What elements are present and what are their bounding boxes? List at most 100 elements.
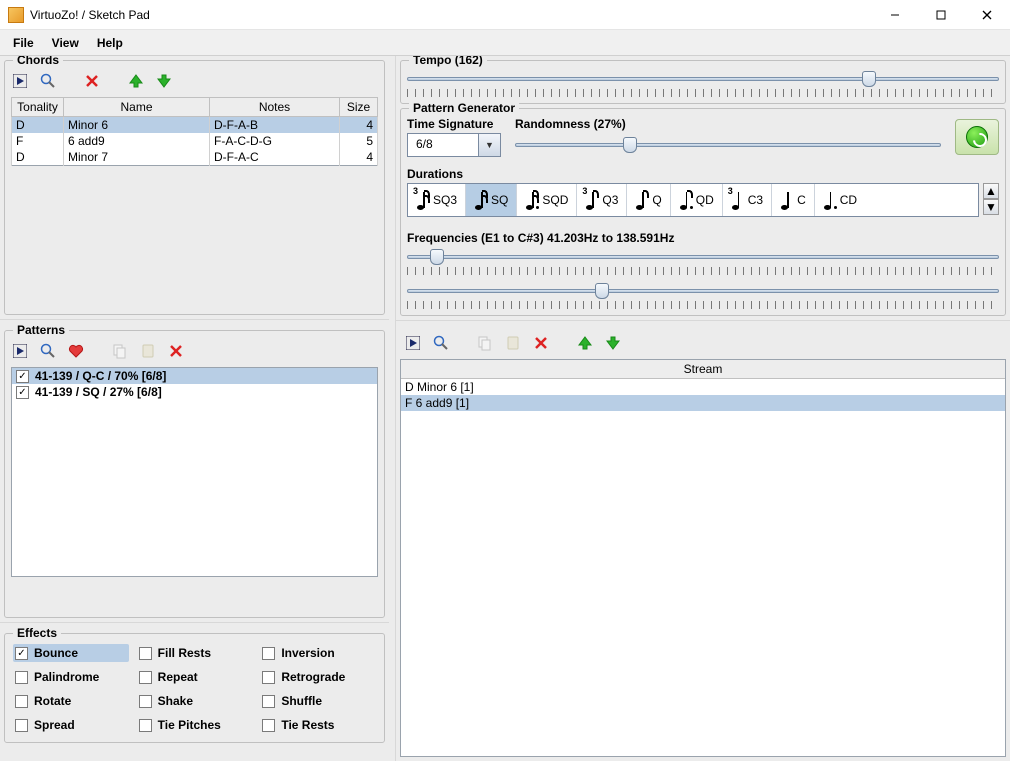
move-down-icon[interactable]	[604, 334, 622, 352]
time-signature-select[interactable]: 6/8 ▼	[407, 133, 501, 157]
col-size[interactable]: Size	[340, 98, 378, 117]
delete-icon[interactable]	[167, 342, 185, 360]
duration-q3[interactable]: 3Q3	[577, 184, 627, 216]
duration-code: C3	[748, 193, 763, 207]
window-minimize-button[interactable]	[872, 0, 918, 30]
effects-grid: ✓Bounce Fill Rests Inversion Palindrome Repe…	[11, 642, 378, 736]
effect-tie-rests[interactable]: Tie Rests	[260, 716, 376, 734]
checkbox[interactable]	[262, 695, 275, 708]
window-close-button[interactable]	[964, 0, 1010, 30]
checkbox[interactable]: ✓	[16, 370, 29, 383]
effect-shake[interactable]: Shake	[137, 692, 253, 710]
delete-icon[interactable]	[532, 334, 550, 352]
frequency-high-slider[interactable]	[407, 281, 999, 301]
menu-view[interactable]: View	[43, 30, 88, 55]
checkbox[interactable]	[15, 671, 28, 684]
effect-label: Tie Rests	[281, 718, 334, 732]
search-icon[interactable]	[39, 342, 57, 360]
favorite-icon[interactable]	[67, 342, 85, 360]
menu-file[interactable]: File	[4, 30, 43, 55]
checkbox[interactable]	[262, 647, 275, 660]
table-row[interactable]: F6 add9F-A-C-D-G5	[12, 133, 378, 149]
list-item[interactable]: ✓41-139 / SQ / 27% [6/8]	[12, 384, 377, 400]
effect-label: Fill Rests	[158, 646, 211, 660]
stream-table[interactable]: Stream D Minor 6 [1]F 6 add9 [1]	[400, 359, 1006, 757]
effect-fill-rests[interactable]: Fill Rests	[137, 644, 253, 662]
effect-bounce[interactable]: ✓Bounce	[13, 644, 129, 662]
checkbox[interactable]	[139, 647, 152, 660]
stream-row[interactable]: F 6 add9 [1]	[401, 395, 1005, 411]
effect-palindrome[interactable]: Palindrome	[13, 668, 129, 686]
list-item[interactable]: ✓41-139 / Q-C / 70% [6/8]	[12, 368, 377, 384]
randomness-slider[interactable]	[515, 135, 941, 155]
effect-inversion[interactable]: Inversion	[260, 644, 376, 662]
checkbox[interactable]	[262, 719, 275, 732]
move-up-icon[interactable]	[576, 334, 594, 352]
duration-sqd[interactable]: SQD	[517, 184, 577, 216]
search-icon[interactable]	[432, 334, 450, 352]
checkbox[interactable]	[139, 719, 152, 732]
stream-row[interactable]: D Minor 6 [1]	[401, 379, 1005, 395]
copy-icon	[111, 342, 129, 360]
duration-cd[interactable]: CD	[815, 184, 865, 216]
duration-c[interactable]: C	[772, 184, 815, 216]
durations-picker[interactable]: 3SQ3SQSQD3Q3QQD3C3CCD	[407, 183, 979, 217]
play-icon[interactable]	[11, 72, 29, 90]
menu-help[interactable]: Help	[88, 30, 132, 55]
play-icon[interactable]	[404, 334, 422, 352]
effect-retrograde[interactable]: Retrograde	[260, 668, 376, 686]
vertical-splitter[interactable]	[389, 56, 396, 761]
col-name[interactable]: Name	[64, 98, 210, 117]
checkbox[interactable]	[262, 671, 275, 684]
checkbox[interactable]: ✓	[15, 647, 28, 660]
note-icon	[823, 188, 837, 212]
duration-qd[interactable]: QD	[671, 184, 723, 216]
checkbox[interactable]: ✓	[16, 386, 29, 399]
note-icon	[780, 188, 794, 212]
move-down-icon[interactable]	[155, 72, 173, 90]
patterns-list[interactable]: ✓41-139 / Q-C / 70% [6/8]✓41-139 / SQ / …	[11, 367, 378, 577]
duration-code: SQ	[491, 193, 508, 207]
window-maximize-button[interactable]	[918, 0, 964, 30]
duration-c3[interactable]: 3C3	[723, 184, 772, 216]
effect-label: Spread	[34, 718, 75, 732]
effect-tie-pitches[interactable]: Tie Pitches	[137, 716, 253, 734]
duration-sq[interactable]: SQ	[466, 184, 517, 216]
stream-column-header[interactable]: Stream	[401, 360, 1005, 379]
time-signature-value: 6/8	[408, 134, 478, 156]
duration-code: SQD	[542, 193, 568, 207]
frequency-low-slider[interactable]	[407, 247, 999, 267]
durations-scroll-down[interactable]: ▼	[983, 199, 999, 215]
effect-rotate[interactable]: Rotate	[13, 692, 129, 710]
time-signature-label: Time Signature	[407, 117, 501, 131]
duration-sq3[interactable]: 3SQ3	[408, 184, 466, 216]
tempo-slider[interactable]	[407, 69, 999, 89]
effect-label: Palindrome	[34, 670, 99, 684]
chevron-down-icon[interactable]: ▼	[478, 134, 500, 156]
effect-spread[interactable]: Spread	[13, 716, 129, 734]
generate-button[interactable]	[955, 119, 999, 155]
checkbox[interactable]	[139, 671, 152, 684]
duration-q[interactable]: Q	[627, 184, 670, 216]
play-icon[interactable]	[11, 342, 29, 360]
move-up-icon[interactable]	[127, 72, 145, 90]
effect-shuffle[interactable]: Shuffle	[260, 692, 376, 710]
table-row[interactable]: DMinor 6D-F-A-B4	[12, 117, 378, 134]
table-row[interactable]: DMinor 7D-F-A-C4	[12, 149, 378, 166]
effect-label: Rotate	[34, 694, 71, 708]
chords-table[interactable]: Tonality Name Notes Size DMinor 6D-F-A-B…	[11, 97, 378, 166]
col-notes[interactable]: Notes	[210, 98, 340, 117]
checkbox[interactable]	[139, 695, 152, 708]
patterns-toolbar	[11, 339, 378, 363]
effect-repeat[interactable]: Repeat	[137, 668, 253, 686]
checkbox[interactable]	[15, 695, 28, 708]
search-icon[interactable]	[39, 72, 57, 90]
checkbox[interactable]	[15, 719, 28, 732]
durations-scroll-up[interactable]: ▲	[983, 183, 999, 199]
horizontal-splitter[interactable]	[396, 320, 1010, 327]
note-icon: 3	[731, 188, 745, 212]
col-tonality[interactable]: Tonality	[12, 98, 64, 117]
delete-icon[interactable]	[83, 72, 101, 90]
patterns-panel-title: Patterns	[13, 323, 69, 337]
paste-icon	[504, 334, 522, 352]
